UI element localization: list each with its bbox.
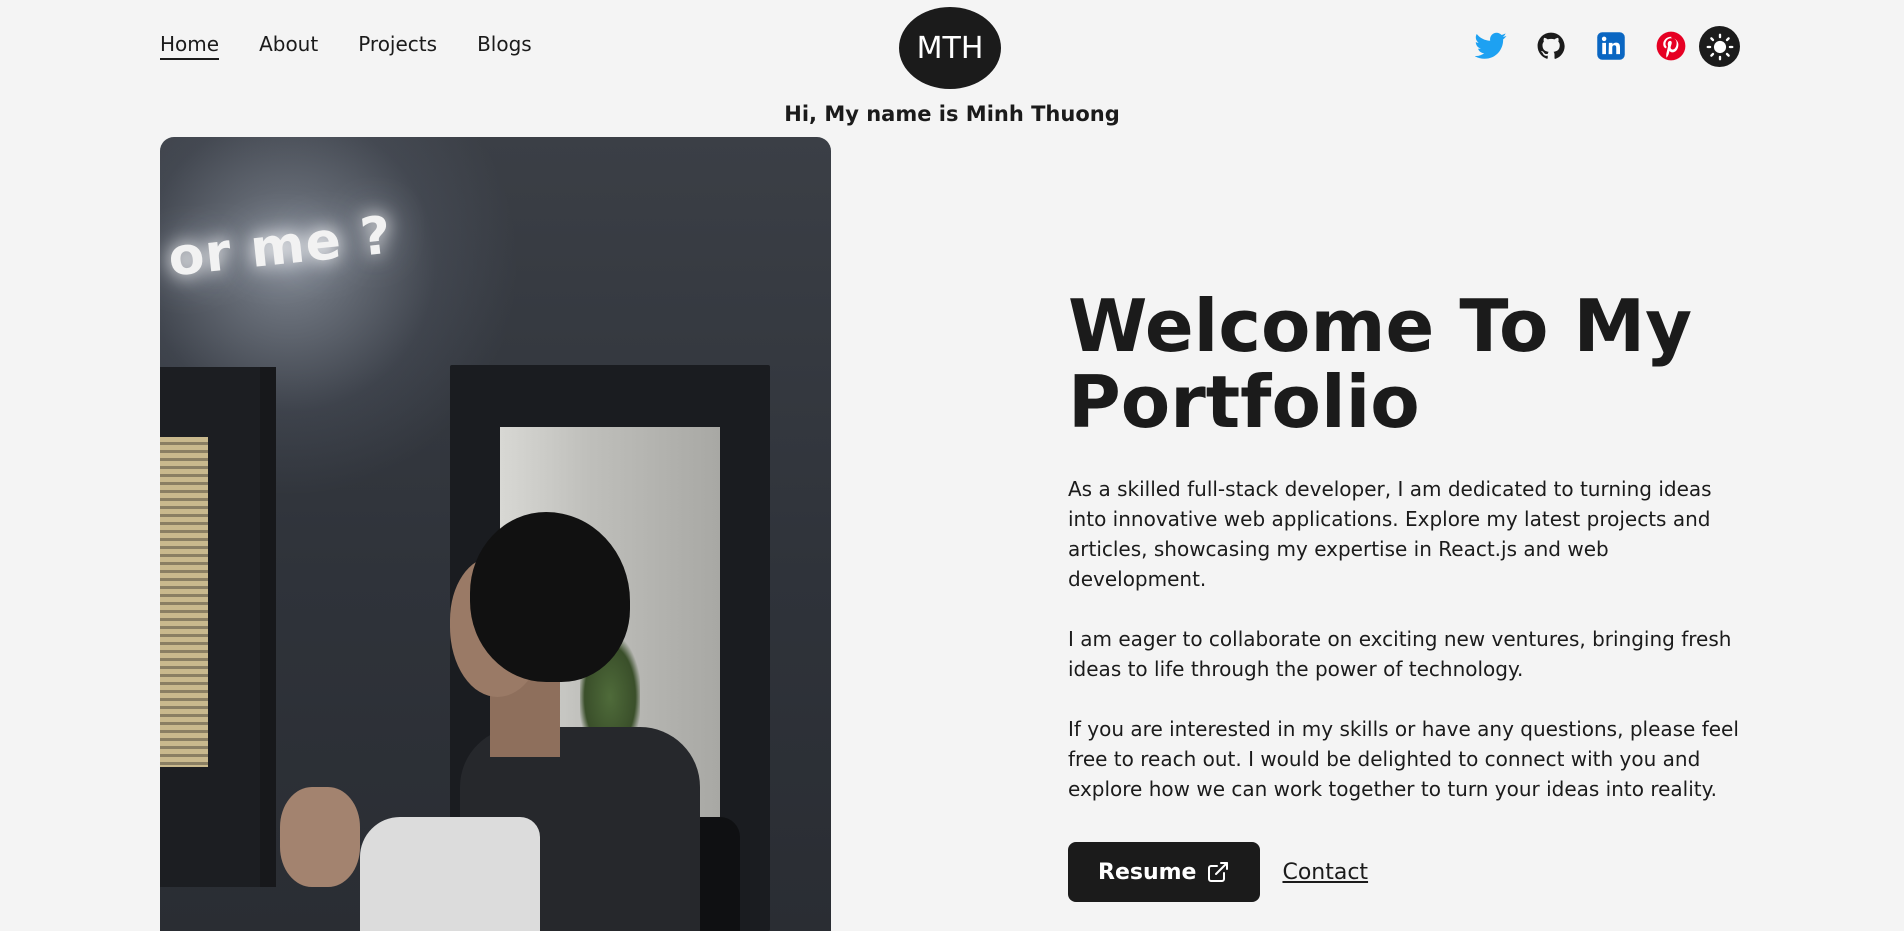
- jacket-sleeve: [360, 817, 540, 931]
- social-links: [1473, 28, 1689, 64]
- linkedin-icon[interactable]: [1593, 28, 1629, 64]
- resume-button[interactable]: Resume: [1068, 842, 1261, 902]
- hero-actions: Resume Contact: [1068, 842, 1748, 902]
- hero-paragraph-contact: If you are interested in my skills or ha…: [1068, 717, 1739, 801]
- external-link-icon: [1206, 860, 1230, 884]
- profile-photo: or me ?: [160, 137, 831, 931]
- window-blinds: [160, 437, 208, 767]
- contact-link[interactable]: Contact: [1282, 860, 1368, 885]
- github-icon[interactable]: [1533, 28, 1569, 64]
- hero-paragraph-intro: As a skilled full-stack developer, I am …: [1068, 477, 1712, 591]
- theme-toggle-button[interactable]: [1699, 26, 1740, 67]
- nav-projects-link[interactable]: Projects: [358, 32, 437, 60]
- nav-home-link[interactable]: Home: [160, 32, 220, 60]
- twitter-icon[interactable]: [1473, 28, 1509, 64]
- nav-about-link[interactable]: About: [259, 32, 318, 60]
- person-hand: [280, 787, 360, 887]
- main-nav: Home About Projects Blogs: [160, 32, 532, 60]
- greeting-text: Hi, My name is Minh Thuong: [784, 102, 1120, 126]
- hero-title: Welcome To My Portfolio: [1068, 284, 1693, 444]
- resume-button-label: Resume: [1098, 859, 1197, 885]
- pinterest-icon[interactable]: [1653, 28, 1689, 64]
- sun-icon: [1706, 33, 1734, 61]
- hero-paragraph-collaborate: I am eager to collaborate on exciting ne…: [1068, 627, 1732, 681]
- hero-content: Welcome To My Portfolio As a skilled ful…: [1068, 288, 1748, 902]
- nav-blogs-link[interactable]: Blogs: [477, 32, 532, 60]
- site-logo[interactable]: MTH: [899, 7, 1001, 89]
